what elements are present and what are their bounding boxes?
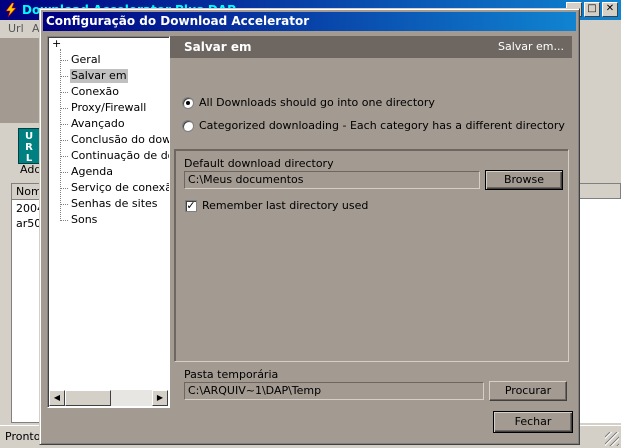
tree-item-proxy-firewall[interactable]: Proxy/Firewall: [60, 100, 169, 116]
panel-subtitle: Salvar em...: [497, 40, 564, 53]
panel-header: Salvar em Salvar em...: [170, 36, 572, 58]
menu-url[interactable]: Url: [8, 22, 24, 35]
browse-label: Browse: [503, 173, 545, 186]
download-list-right: [578, 199, 621, 423]
scroll-thumb[interactable]: [65, 390, 111, 406]
tree-item-sons[interactable]: Sons: [60, 212, 169, 228]
tree-item-servico-conexao[interactable]: Serviço de conexão: [60, 180, 170, 196]
list-header-right: [578, 183, 621, 199]
tree-item-label: Proxy/Firewall: [71, 101, 147, 114]
remember-dir-checkbox[interactable]: ✓: [185, 200, 197, 212]
url-letter: R: [25, 142, 33, 153]
browse-button[interactable]: Browse: [485, 170, 563, 190]
temp-folder-label: Pasta temporária: [184, 368, 279, 381]
tree-item-salvar-em[interactable]: Salvar em: [60, 68, 169, 84]
tree-item-label: Agenda: [71, 165, 113, 178]
procurar-label: Procurar: [504, 384, 552, 397]
default-dir-field[interactable]: C:\Meus documentos: [184, 171, 480, 189]
tree-item-label: Serviço de conexão: [71, 181, 170, 194]
fechar-label: Fechar: [514, 415, 552, 428]
tree-item-senhas[interactable]: Senhas de sites: [60, 196, 169, 212]
tree-item-conexao[interactable]: Conexão: [60, 84, 169, 100]
resize-grip[interactable]: [605, 432, 619, 446]
remember-dir-label: Remember last directory used: [202, 199, 369, 212]
tree-item-label: Geral: [71, 53, 101, 66]
scroll-right-icon[interactable]: ▶: [152, 390, 168, 406]
app-lightning-icon: [3, 2, 19, 18]
scroll-left-icon[interactable]: ◀: [49, 390, 65, 406]
tree-item-label: Continuação de download: [71, 149, 169, 162]
temp-folder-field[interactable]: C:\ARQUIV~1\DAP\Temp: [184, 382, 484, 400]
procurar-button[interactable]: Procurar: [489, 381, 567, 401]
default-dir-label: Default download directory: [184, 157, 334, 170]
radio-button[interactable]: [182, 120, 194, 132]
add-url-button[interactable]: U R L: [18, 128, 40, 164]
dialog-title: Configuração do Download Accelerator: [43, 12, 576, 31]
tree-item-label: Senhas de sites: [71, 197, 158, 210]
tree-item-geral[interactable]: Geral: [60, 52, 169, 68]
url-letter: U: [24, 131, 34, 142]
settings-tree[interactable]: + Geral Salvar em Conexão Proxy/Firewall…: [47, 36, 170, 408]
tree-item-label: Conexão: [71, 85, 119, 98]
tree-item-label: Sons: [71, 213, 98, 226]
panel-title: Salvar em: [184, 40, 252, 54]
maximize-button[interactable]: □: [584, 2, 600, 17]
tree-item-label: Avançado: [71, 117, 125, 130]
radio-button-checked[interactable]: [182, 97, 194, 109]
settings-panel: Salvar em Salvar em... All Downloads sho…: [170, 36, 572, 408]
settings-dialog: Configuração do Download Accelerator + G…: [39, 8, 580, 445]
fechar-button[interactable]: Fechar: [493, 411, 573, 433]
tree-horizontal-scrollbar[interactable]: ◀ ▶: [49, 390, 168, 406]
tree-item-conclusao[interactable]: Conclusão do download: [60, 132, 169, 148]
radio-label: Categorized downloading - Each category …: [199, 119, 565, 132]
status-text: Pronto: [5, 430, 41, 443]
close-window-button[interactable]: ✕: [602, 2, 618, 17]
radio-label: All Downloads should go into one directo…: [199, 96, 435, 109]
tree-item-avancado[interactable]: Avançado: [60, 116, 169, 132]
tree-item-label: Conclusão do download: [71, 133, 169, 146]
tree-expand-icon[interactable]: +: [52, 38, 61, 49]
tree-item-continuacao[interactable]: Continuação de download: [60, 148, 169, 164]
tree-item-label: Salvar em: [70, 69, 128, 83]
tree-item-agenda[interactable]: Agenda: [60, 164, 169, 180]
